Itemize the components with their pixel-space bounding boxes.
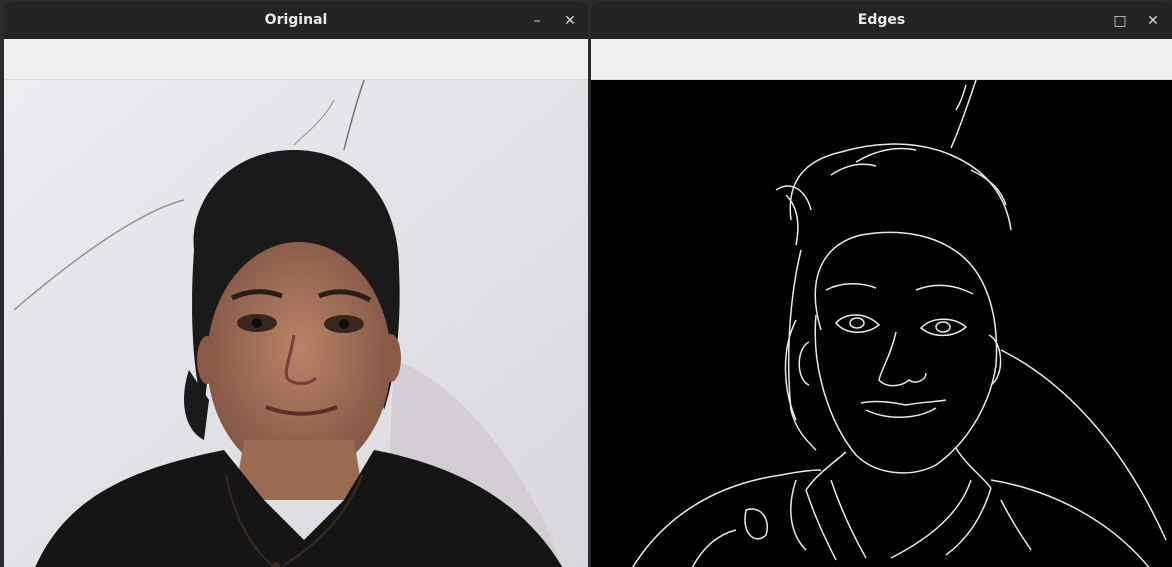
original-window-title: Original <box>264 12 328 28</box>
edges-toolbar <box>591 39 1172 80</box>
maximize-icon[interactable]: □ <box>1109 10 1131 32</box>
original-window: Original – ✕ <box>4 2 588 567</box>
webcam-photo <box>4 80 588 567</box>
original-image-canvas <box>4 80 588 567</box>
close-icon[interactable]: ✕ <box>559 10 581 32</box>
original-toolbar <box>4 39 588 80</box>
original-titlebar[interactable]: Original – ✕ <box>4 2 588 39</box>
edges-window: Edges □ ✕ <box>591 2 1172 567</box>
edges-image-canvas <box>591 80 1172 567</box>
edges-window-title: Edges <box>857 12 906 28</box>
edges-titlebar[interactable]: Edges □ ✕ <box>591 2 1172 39</box>
edge-detection-image <box>632 80 1167 567</box>
close-icon[interactable]: ✕ <box>1142 10 1164 32</box>
minimize-icon[interactable]: – <box>526 10 548 32</box>
